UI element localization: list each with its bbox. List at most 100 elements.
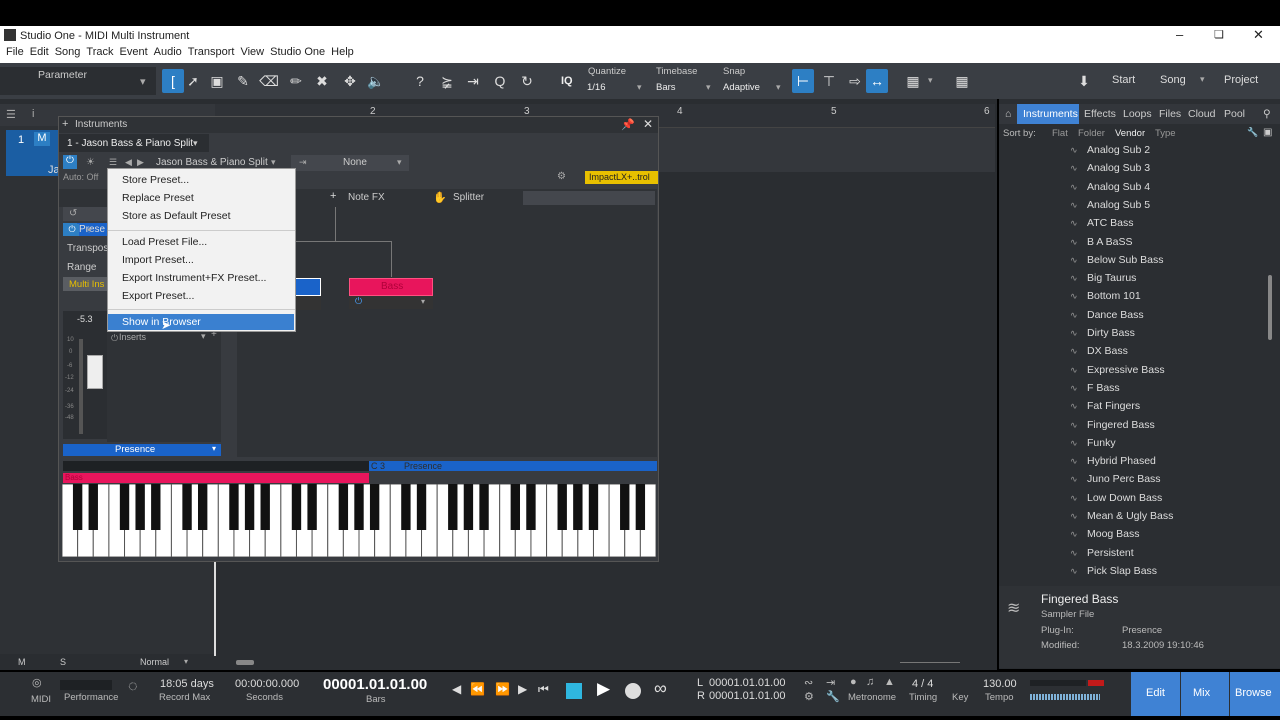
black-key[interactable] — [260, 484, 270, 530]
return-to-zero-icon[interactable]: ⏮ — [538, 682, 549, 697]
paint-tool-icon[interactable]: ✏ — [285, 69, 307, 93]
browser-list-item[interactable]: ∿ Bottom 101 — [1070, 287, 1141, 305]
info-icon[interactable]: i — [32, 108, 34, 120]
note-fx-tab[interactable]: Note FX — [348, 192, 385, 203]
snap-toggle-icon[interactable]: ⊢ — [792, 69, 814, 93]
menu-item-replace-preset[interactable]: Replace Preset — [122, 192, 194, 204]
mute-tool-icon[interactable]: ✖ — [311, 69, 333, 93]
black-key[interactable] — [510, 484, 521, 530]
midi-input-icon[interactable]: ⇥ — [299, 157, 307, 168]
browser-list-item[interactable]: ∿ Pick Slap Bass — [1070, 562, 1157, 580]
rewind-icon[interactable]: ⏪ — [470, 682, 485, 696]
settings-icon[interactable]: ⚙ — [804, 690, 814, 703]
black-key[interactable] — [135, 484, 145, 530]
prev-preset-icon[interactable]: ◀ — [125, 157, 132, 168]
menu-transport[interactable]: Transport — [188, 46, 235, 58]
menu-item-import-preset[interactable]: Import Preset... — [122, 254, 194, 266]
browser-list-item[interactable]: ∿ Below Sub Bass — [1070, 251, 1163, 269]
browser-list-item[interactable]: ∿ Fingered Bass — [1070, 416, 1155, 434]
performance-label[interactable]: Performance — [64, 692, 118, 703]
close-icon[interactable]: ✕ — [1253, 27, 1264, 43]
view-toggle-icon[interactable]: ▣ — [1263, 127, 1272, 138]
black-key[interactable] — [526, 484, 536, 530]
timebase-select[interactable]: Bars — [656, 82, 676, 93]
black-key[interactable] — [557, 484, 567, 530]
black-key[interactable] — [401, 484, 411, 530]
browser-list-item[interactable]: ∿ Analog Sub 4 — [1070, 178, 1150, 196]
menu-track[interactable]: Track — [86, 46, 113, 58]
solo-all-button[interactable]: S — [60, 657, 66, 667]
minimize-icon[interactable]: – — [1176, 27, 1183, 42]
skip-forward-icon[interactable]: ⪶ — [436, 69, 458, 93]
black-key[interactable] — [182, 484, 192, 530]
black-key[interactable] — [463, 484, 474, 530]
rewind-start-icon[interactable]: ◀ — [452, 682, 461, 696]
browser-list-item[interactable]: ∿ Analog Sub 2 — [1070, 141, 1150, 159]
browser-list-item[interactable]: ∿ Moog Bass — [1070, 525, 1140, 543]
video-icon[interactable]: ▦ — [951, 69, 973, 93]
snap-bracket-icon[interactable]: ⊤ — [818, 69, 840, 93]
browser-list-item[interactable]: ∿ Dance Bass — [1070, 306, 1144, 324]
edit-button[interactable]: Edit — [1146, 687, 1165, 699]
sort-folder[interactable]: Folder — [1078, 128, 1105, 139]
browser-list-item[interactable]: ∿ DX Bass — [1070, 342, 1128, 360]
follow-icon[interactable]: ⇨ — [844, 69, 866, 93]
auto-label[interactable]: Auto: Off — [63, 172, 98, 182]
range-tool-icon[interactable]: ▣ — [206, 69, 228, 93]
split-point-label[interactable]: C 3 — [371, 461, 385, 471]
chevron-down-icon[interactable]: ▾ — [193, 138, 198, 149]
black-key[interactable] — [338, 484, 349, 530]
black-key[interactable] — [620, 484, 630, 530]
autoscroll-icon[interactable]: ↔ — [866, 69, 888, 93]
black-key[interactable] — [588, 484, 599, 530]
chevron-down-icon[interactable]: ▾ — [637, 82, 642, 93]
search-icon[interactable]: ⚲ — [1263, 108, 1271, 120]
menu-audio[interactable]: Audio — [154, 46, 182, 58]
snap-select[interactable]: Adaptive — [723, 82, 760, 93]
browse-button[interactable]: Browse — [1235, 687, 1272, 699]
black-key[interactable] — [479, 484, 489, 530]
eraser-tool-icon[interactable]: ⌫ — [258, 69, 280, 93]
metronome-triangle-icon[interactable]: ▲ — [884, 676, 895, 688]
bass-zone[interactable] — [63, 473, 369, 483]
quantize-select[interactable]: 1/16 — [587, 82, 606, 93]
chevron-down-icon[interactable]: ▾ — [706, 82, 711, 93]
tab-effects[interactable]: Effects — [1084, 108, 1116, 120]
menu-item-store-default[interactable]: Store as Default Preset — [122, 210, 231, 222]
sort-flat[interactable]: Flat — [1052, 128, 1068, 139]
project-tab[interactable]: Project — [1224, 74, 1258, 86]
power-icon[interactable]: ⏻ — [111, 333, 118, 344]
monitor-icon[interactable]: ☀ — [86, 157, 95, 168]
instrument-tab[interactable]: 1 - Jason Bass & Piano Split — [67, 138, 193, 149]
restore-icon[interactable]: ❏ — [1214, 28, 1224, 41]
browser-list-item[interactable]: ∿ Hybrid Phased — [1070, 452, 1156, 470]
tab-pool[interactable]: Pool — [1224, 108, 1245, 120]
metronome-icon[interactable]: ♫ — [866, 676, 874, 688]
none-select[interactable]: None — [343, 157, 367, 168]
forward-icon[interactable]: ▶ — [518, 682, 527, 696]
volume-fader[interactable] — [87, 355, 103, 389]
tab-cloud[interactable]: Cloud — [1188, 108, 1215, 120]
left-locator-value[interactable]: 00001.01.01.00 — [709, 677, 785, 689]
preset-name[interactable]: Jason Bass & Piano Split — [156, 157, 268, 168]
browser-list-item[interactable]: ∿ Juno Perc Bass — [1070, 470, 1161, 488]
black-key[interactable] — [72, 484, 83, 530]
browser-list-item[interactable]: ∿ Funky — [1070, 434, 1116, 452]
power-icon[interactable]: ⏻ — [355, 296, 362, 307]
menu-file[interactable]: File — [6, 46, 24, 58]
menu-help[interactable]: Help — [331, 46, 354, 58]
stop-icon[interactable] — [566, 683, 582, 699]
timing-value[interactable]: 4 / 4 — [912, 678, 933, 690]
right-locator-value[interactable]: 00001.01.01.00 — [709, 690, 785, 702]
home-icon[interactable]: ⌂ — [1005, 108, 1011, 120]
key-label[interactable]: Key — [952, 692, 968, 703]
black-key[interactable] — [307, 484, 317, 530]
menu-item-export-preset[interactable]: Export Preset... — [122, 290, 194, 302]
mute-button[interactable]: M — [34, 132, 50, 146]
metronome-dot-icon[interactable]: ● — [850, 676, 857, 688]
black-key[interactable] — [573, 484, 583, 530]
black-key[interactable] — [635, 484, 646, 530]
horizontal-scrollbar[interactable] — [236, 660, 254, 665]
impact-badge[interactable]: ImpactLX+..trol — [589, 172, 650, 182]
fast-forward-icon[interactable]: ⏩ — [495, 682, 510, 696]
